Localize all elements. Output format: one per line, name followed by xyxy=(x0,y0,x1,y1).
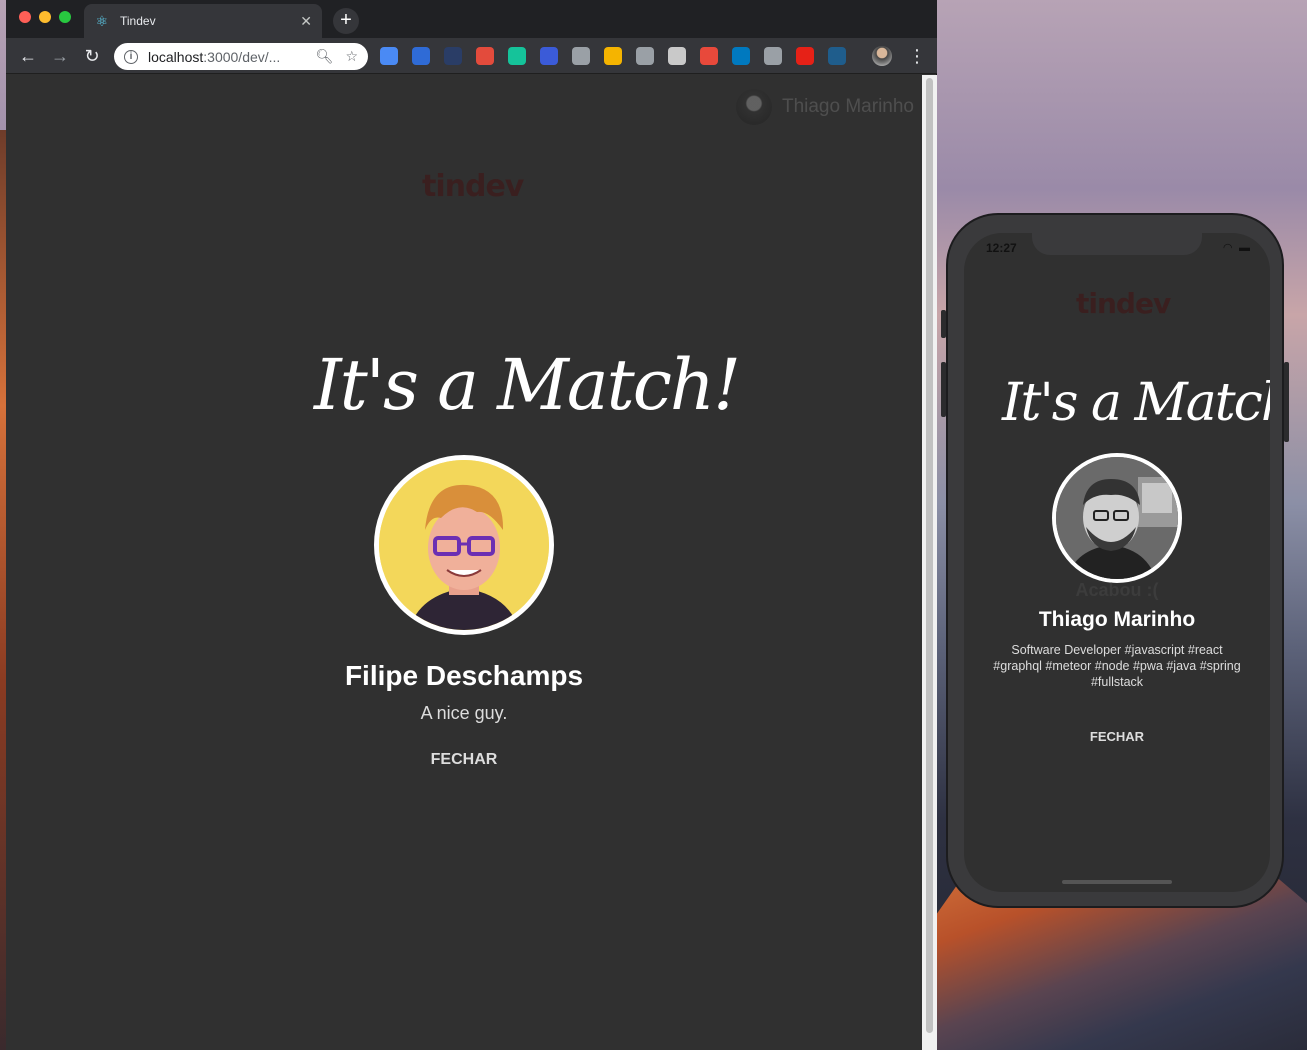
match-avatar xyxy=(374,455,554,635)
maximize-window-button[interactable] xyxy=(59,11,71,23)
ext-10-icon[interactable] xyxy=(668,47,686,65)
zoom-icon[interactable]: 🔍︎ xyxy=(316,48,334,65)
match-bio: A nice guy. xyxy=(420,703,508,723)
phone-notch xyxy=(1032,233,1202,255)
ext-4-icon[interactable] xyxy=(476,47,494,65)
match-bio-mobile: Software Developer #javascript #react #g… xyxy=(993,643,1241,689)
match-name-mobile: Thiago Marinho xyxy=(1038,608,1196,631)
tab-bar: ⚛ Tindev ✕ + xyxy=(6,0,937,38)
reload-icon[interactable]: ↻ xyxy=(81,45,103,67)
match-title: It's a Match! xyxy=(314,344,741,426)
logged-user: Thiago Marinho xyxy=(735,89,914,125)
ext-2-icon[interactable] xyxy=(412,47,430,65)
tindev-logo-mobile: tindev xyxy=(1076,287,1171,320)
ext-9-icon[interactable] xyxy=(636,47,654,65)
bookmark-star-icon[interactable]: ☆ xyxy=(345,48,358,65)
ext-15-icon[interactable] xyxy=(828,47,846,65)
ext-6-icon[interactable] xyxy=(540,47,558,65)
back-arrow-icon[interactable]: ← xyxy=(17,45,39,67)
wifi-battery-icon: ◠ ▬ xyxy=(1223,242,1252,254)
ext-8-icon[interactable] xyxy=(604,47,622,65)
tab-title: Tindev xyxy=(120,14,156,28)
phone-simulator: 12:27 ◠ ▬ tindev It's a Match! Acabou :(… xyxy=(946,213,1284,908)
tindev-logo: tindev xyxy=(422,169,524,204)
trello-ext-icon[interactable] xyxy=(732,47,750,65)
address-bar[interactable]: i localhost:3000/dev/... 🔍︎ ☆ xyxy=(114,43,368,70)
close-match-button[interactable]: FECHAR xyxy=(414,751,514,769)
behind-empty-text: Acabou :( xyxy=(1075,580,1159,600)
photo-avatar-icon xyxy=(1056,457,1178,579)
home-indicator[interactable] xyxy=(1062,880,1172,884)
new-tab-button[interactable]: + xyxy=(333,8,359,34)
grammarly-ext-icon[interactable] xyxy=(508,47,526,65)
close-match-button-mobile[interactable]: FECHAR xyxy=(1067,729,1167,744)
scrollbar-thumb[interactable] xyxy=(926,78,933,1033)
more-menu-icon[interactable]: ⋮ xyxy=(908,44,926,68)
user-name: Thiago Marinho xyxy=(781,96,914,117)
minimize-window-button[interactable] xyxy=(39,11,51,23)
browser-toolbar: ← → ↻ i localhost:3000/dev/... 🔍︎ ☆ ⋮ xyxy=(6,38,937,74)
tab-tindev[interactable]: ⚛ Tindev ✕ xyxy=(84,4,322,38)
phone-power-button xyxy=(1284,362,1289,442)
user-avatar xyxy=(735,89,772,125)
ext-7-icon[interactable] xyxy=(572,47,590,65)
forward-arrow-icon[interactable]: → xyxy=(49,45,71,67)
browser-window: ⚛ Tindev ✕ + ← → ↻ i localhost:3000/dev/… xyxy=(6,0,937,1050)
react-icon: ⚛ xyxy=(95,13,109,29)
close-tab-icon[interactable]: ✕ xyxy=(300,13,312,30)
match-title-mobile: It's a Match! xyxy=(1002,373,1270,433)
ext-13-icon[interactable] xyxy=(764,47,782,65)
extensions-row xyxy=(380,47,846,65)
ext-14-icon[interactable] xyxy=(796,47,814,65)
ext-11-icon[interactable] xyxy=(700,47,718,65)
close-window-button[interactable] xyxy=(19,11,31,23)
url-text[interactable]: localhost:3000/dev/... xyxy=(148,49,304,65)
info-icon[interactable]: i xyxy=(124,49,138,64)
phone-screen: 12:27 ◠ ▬ tindev It's a Match! Acabou :(… xyxy=(964,233,1270,892)
page-scrollbar[interactable] xyxy=(922,75,937,1050)
translate-ext-icon[interactable] xyxy=(380,47,398,65)
web-page: Thiago Marinho tindev It's a Match! Fili… xyxy=(6,75,922,1050)
profile-avatar[interactable] xyxy=(872,46,892,66)
match-name: Filipe Deschamps xyxy=(344,660,584,691)
status-time: 12:27 xyxy=(986,241,1017,255)
cartoon-avatar-icon xyxy=(379,460,549,630)
ext-3-icon[interactable] xyxy=(444,47,462,65)
match-avatar-mobile xyxy=(1052,453,1182,583)
